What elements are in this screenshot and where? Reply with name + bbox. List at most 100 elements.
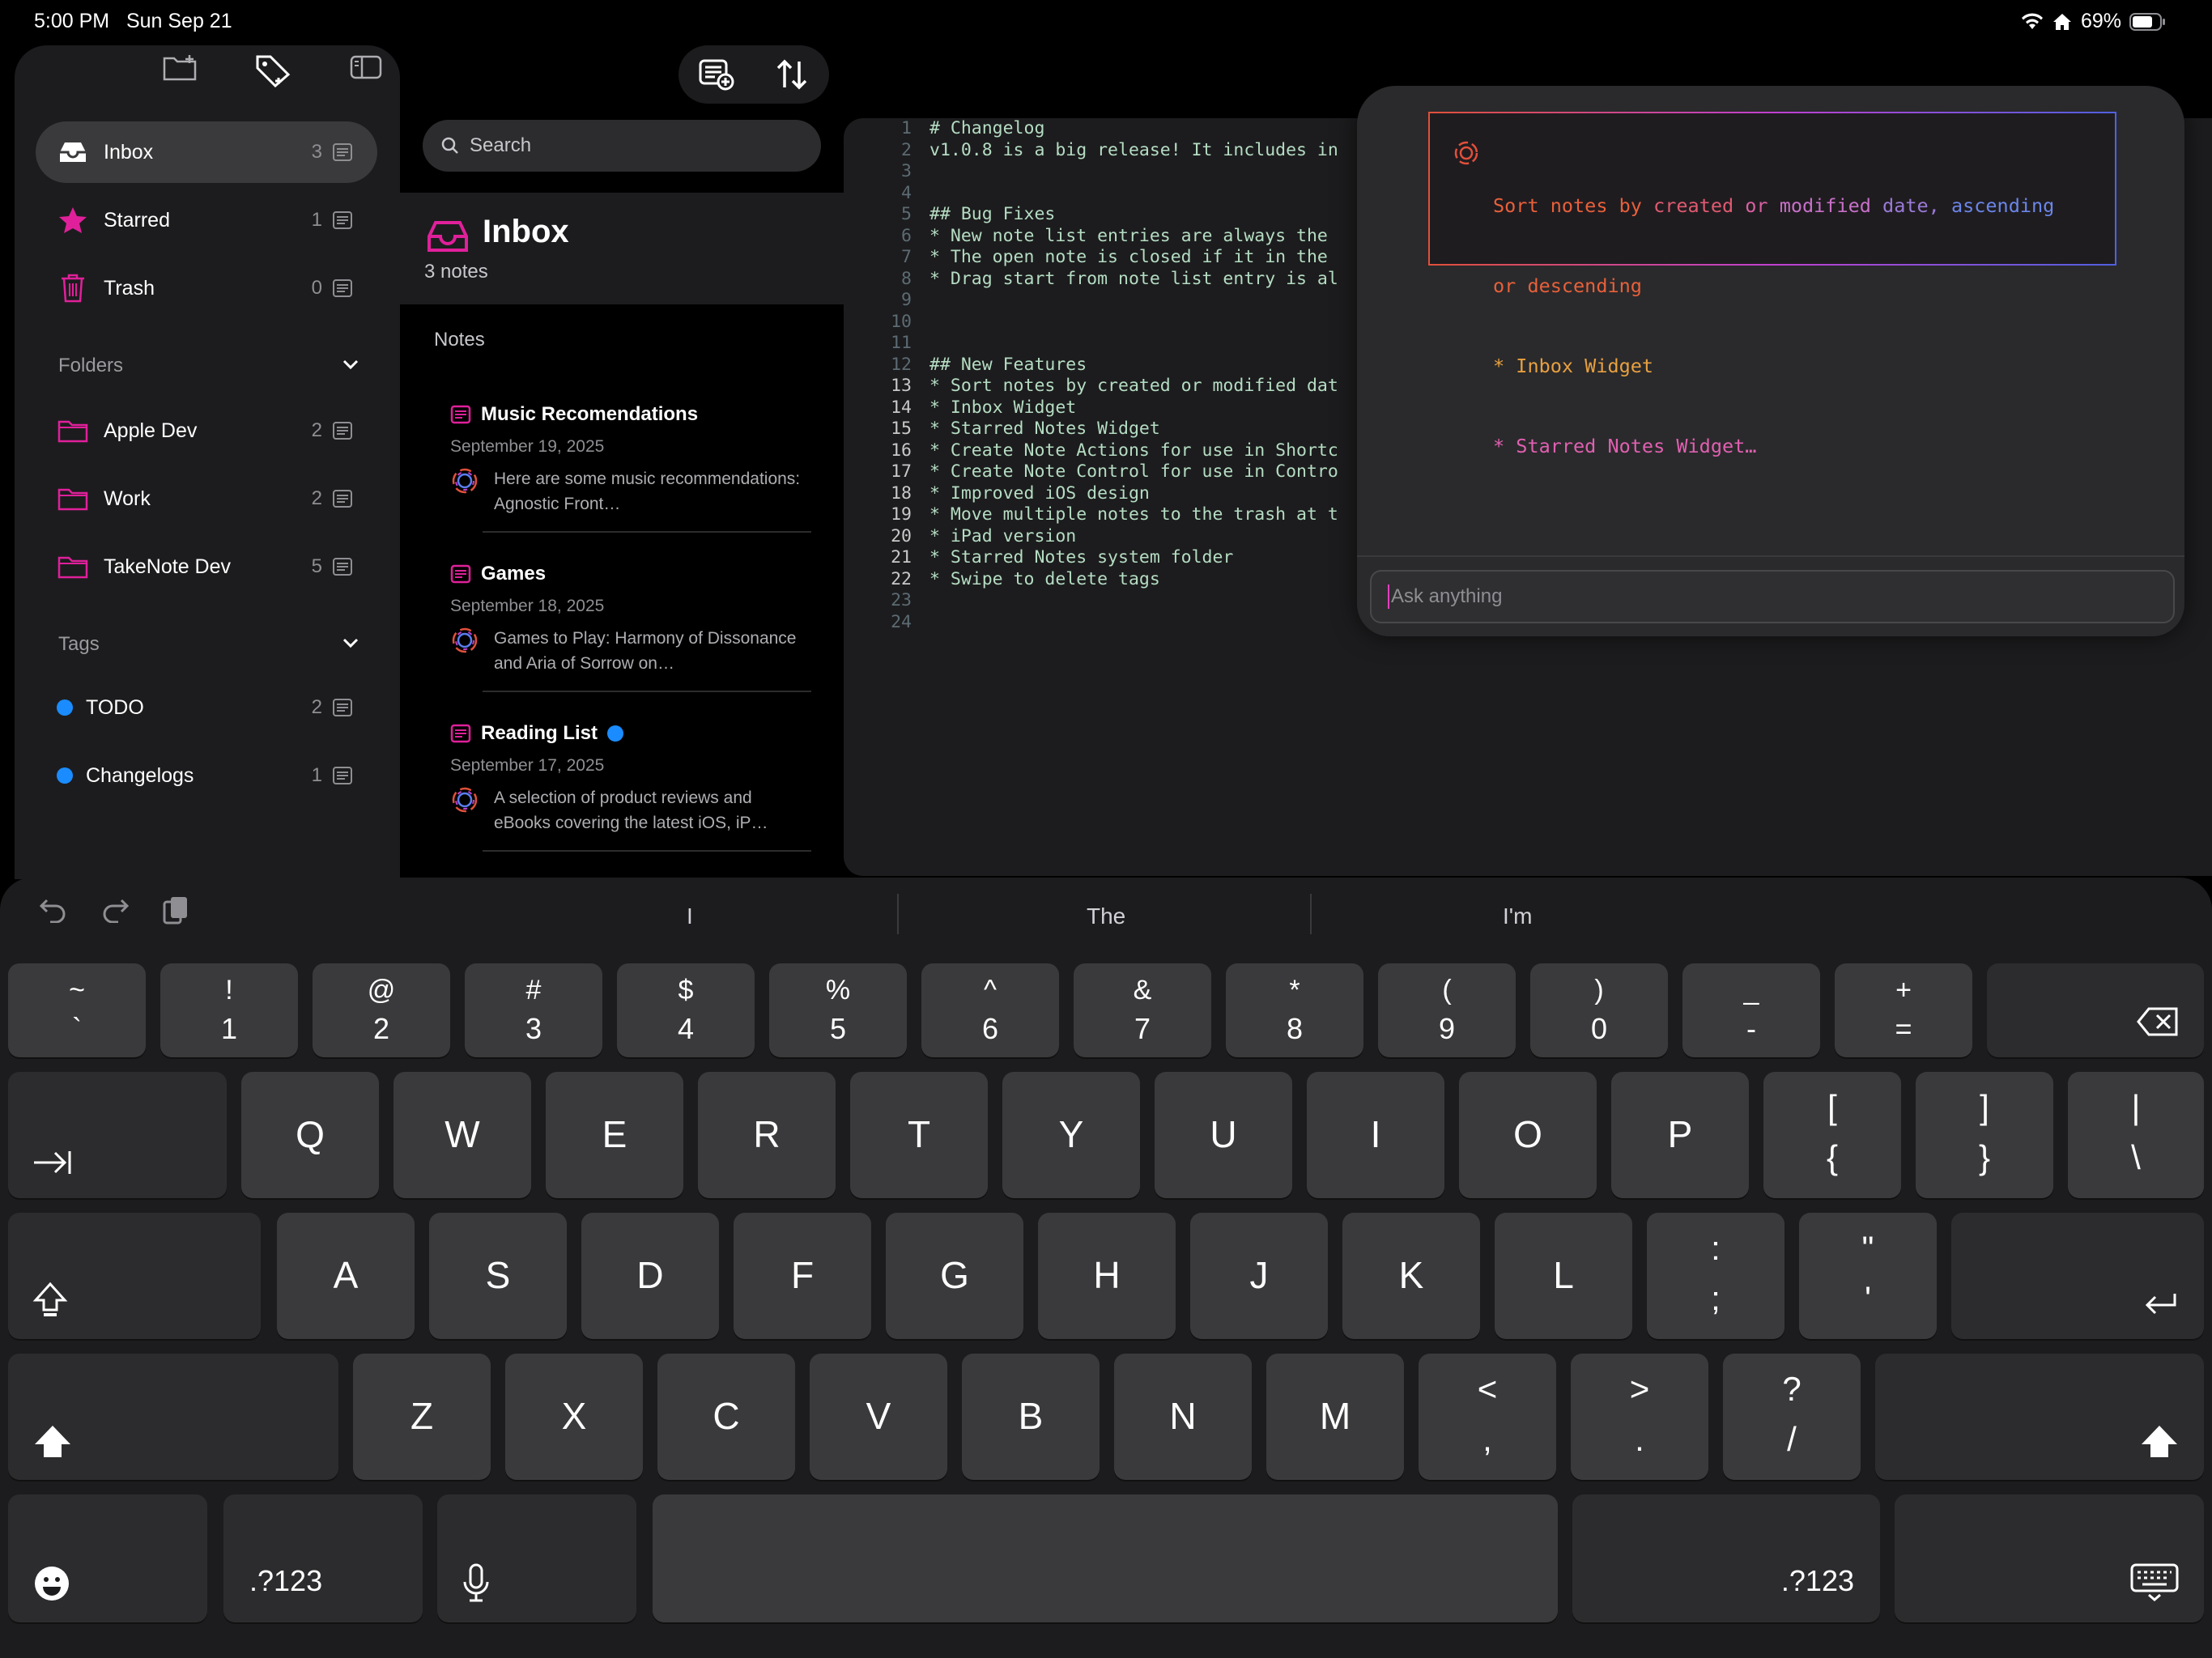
shift-key-right[interactable] — [1875, 1354, 2204, 1480]
divider — [1310, 894, 1312, 934]
sidebar-item-inbox[interactable]: Inbox 3 — [36, 121, 377, 183]
key[interactable]: [{ — [1763, 1072, 1901, 1198]
key-label: 9 — [1438, 1012, 1456, 1045]
key[interactable]: H — [1038, 1213, 1176, 1339]
key[interactable]: S — [429, 1213, 567, 1339]
key[interactable]: K — [1342, 1213, 1480, 1339]
new-note-icon[interactable] — [698, 57, 735, 91]
new-folder-icon[interactable] — [162, 53, 198, 83]
space-bar[interactable] — [653, 1494, 1558, 1622]
key[interactable]: U — [1155, 1072, 1292, 1198]
key[interactable]: :; — [1647, 1213, 1784, 1339]
key[interactable]: ~ ` — [8, 963, 146, 1057]
key[interactable]: C — [657, 1354, 795, 1480]
key[interactable]: G — [886, 1213, 1023, 1339]
key[interactable]: P — [1611, 1072, 1749, 1198]
key[interactable]: + = — [1835, 963, 1972, 1057]
quote-fragment: modified — [1779, 194, 1871, 217]
key[interactable]: X — [505, 1354, 643, 1480]
key[interactable]: M — [1266, 1354, 1404, 1480]
key[interactable]: D — [581, 1213, 719, 1339]
key[interactable]: & 7 — [1074, 963, 1211, 1057]
key[interactable]: Z — [353, 1354, 491, 1480]
key[interactable]: B — [962, 1354, 1100, 1480]
return-key[interactable] — [1951, 1213, 2204, 1339]
sidebar-item-folder[interactable]: TakeNote Dev 5 — [36, 536, 377, 597]
numbers-key-left[interactable]: .?123 — [223, 1494, 423, 1622]
undo-icon[interactable] — [39, 895, 68, 923]
sidebar-item-tag[interactable]: Changelogs 1 — [36, 745, 377, 806]
apple-intelligence-icon — [452, 787, 478, 813]
key[interactable]: N — [1114, 1354, 1252, 1480]
key[interactable]: % 5 — [769, 963, 907, 1057]
key[interactable]: J — [1190, 1213, 1328, 1339]
emoji-key[interactable] — [8, 1494, 207, 1622]
key[interactable]: Y — [1002, 1072, 1140, 1198]
key[interactable]: _ - — [1682, 963, 1820, 1057]
key[interactable]: R — [698, 1072, 836, 1198]
key[interactable]: V — [810, 1354, 947, 1480]
key[interactable]: ]} — [1916, 1072, 2053, 1198]
redo-icon[interactable] — [100, 895, 130, 923]
key[interactable]: ? / — [1723, 1354, 1861, 1480]
sidebar-item-folder[interactable]: Apple Dev 2 — [36, 400, 377, 461]
suggestion-3[interactable]: I'm — [1503, 903, 1532, 929]
suggestion-1[interactable]: I — [687, 903, 693, 929]
search-input[interactable]: Search — [423, 120, 821, 172]
numbers-key-right[interactable]: .?123 — [1572, 1494, 1880, 1622]
key[interactable]: L — [1495, 1213, 1632, 1339]
line-number: 12 — [891, 354, 912, 375]
paste-icon[interactable] — [162, 895, 189, 926]
sidebar-toggle-icon[interactable] — [350, 53, 382, 81]
key[interactable]: T — [850, 1072, 988, 1198]
key[interactable]: ) 0 — [1530, 963, 1668, 1057]
shift-key-left[interactable] — [8, 1354, 338, 1480]
key[interactable]: Q — [241, 1072, 379, 1198]
dictation-key[interactable] — [437, 1494, 636, 1622]
key[interactable]: $4 — [617, 963, 755, 1057]
apple-intelligence-icon — [452, 627, 478, 653]
inbox-tray-icon — [428, 221, 468, 252]
hide-keyboard-key[interactable] — [1895, 1494, 2204, 1622]
key[interactable]: <, — [1419, 1354, 1556, 1480]
key[interactable]: ! 1 — [160, 963, 298, 1057]
key[interactable]: @2 — [313, 963, 450, 1057]
key-label: | — [2131, 1088, 2141, 1126]
notes-count-icon — [333, 211, 352, 229]
key[interactable]: " ' — [1799, 1213, 1937, 1339]
key[interactable]: #3 — [465, 963, 602, 1057]
key-label: : — [1711, 1229, 1721, 1267]
line-text: v1.0.8 is a big release! It includes in — [929, 139, 1338, 160]
suggestion-2[interactable]: The — [1087, 903, 1125, 929]
chevron-down-icon[interactable] — [340, 356, 361, 372]
key[interactable]: O — [1459, 1072, 1597, 1198]
sidebar-item-tag[interactable]: TODO 2 — [36, 677, 377, 738]
delete-key[interactable] — [1987, 963, 2204, 1057]
key[interactable]: (9 — [1378, 963, 1516, 1057]
key[interactable]: | \ — [2068, 1072, 2204, 1198]
ask-anything-input[interactable]: Ask anything — [1370, 570, 2175, 623]
key[interactable]: ^ 6 — [921, 963, 1059, 1057]
list-item[interactable]: Music Recomendations September 19, 2025 … — [450, 403, 811, 533]
key[interactable]: * 8 — [1226, 963, 1363, 1057]
line-number: 10 — [891, 311, 912, 332]
chevron-down-icon[interactable] — [340, 635, 361, 651]
tags-icon[interactable] — [254, 53, 293, 87]
sidebar-item-trash[interactable]: Trash 0 — [36, 257, 377, 319]
list-item[interactable]: Reading List September 17, 2025 A select… — [450, 722, 811, 852]
key[interactable]: E — [546, 1072, 683, 1198]
key[interactable]: A — [277, 1213, 415, 1339]
key[interactable]: F — [734, 1213, 871, 1339]
code-line: 23 — [844, 590, 1338, 612]
tab-key[interactable] — [8, 1072, 227, 1198]
key[interactable]: W — [393, 1072, 531, 1198]
sidebar-item-starred[interactable]: Starred 1 — [36, 189, 377, 251]
code-line: 5 ## Bug Fixes — [844, 204, 1338, 226]
sort-icon[interactable] — [774, 58, 810, 91]
sidebar-item-folder[interactable]: Work 2 — [36, 468, 377, 529]
delete-icon — [2136, 1005, 2180, 1038]
caps-lock-key[interactable] — [8, 1213, 261, 1339]
list-item[interactable]: Games September 18, 2025 Games to Play: … — [450, 563, 811, 692]
key[interactable]: I — [1307, 1072, 1444, 1198]
key[interactable]: >. — [1571, 1354, 1708, 1480]
